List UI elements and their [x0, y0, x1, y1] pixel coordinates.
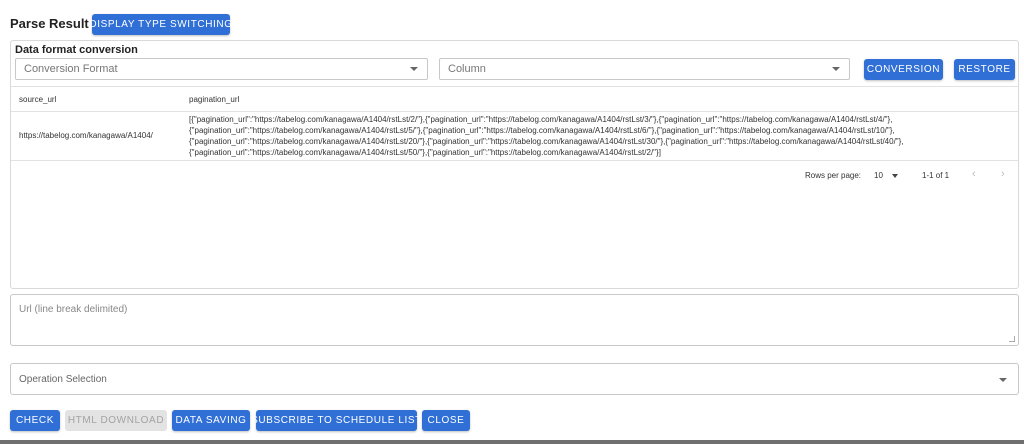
rows-per-page-label: Rows per page:: [805, 171, 862, 180]
conversion-button[interactable]: CONVERSION: [864, 59, 943, 80]
window-bottom-edge: [0, 440, 1024, 444]
html-download-button[interactable]: HTML DOWNLOAD: [65, 410, 167, 431]
caret-down-icon: [832, 67, 840, 71]
pagination-url-line: {"pagination_url":"https://tabelog.com/k…: [189, 126, 895, 135]
subscribe-to-schedule-list-button[interactable]: SUBSCRIBE TO SCHEDULE LIST: [251, 410, 421, 431]
header-divider: [11, 111, 1018, 112]
column-placeholder: Column: [448, 63, 486, 75]
data-saving-button[interactable]: DATA SAVING: [172, 410, 250, 431]
cell-source-url: https://tabelog.com/kanagawa/A1404/: [19, 131, 153, 140]
rows-per-page-value: 10: [874, 171, 883, 180]
resize-handle-icon[interactable]: [1009, 336, 1015, 342]
table-top-divider: [11, 86, 1018, 87]
cell-pagination-url: [{"pagination_url":"https://tabelog.com/…: [189, 114, 1015, 158]
display-type-switching-button[interactable]: DISPLAY TYPE SWITCHING: [89, 14, 232, 35]
chevron-left-icon[interactable]: ‹: [972, 168, 976, 180]
column-select[interactable]: Column: [439, 58, 850, 80]
operation-select[interactable]: Operation Selection: [10, 363, 1019, 395]
conversion-format-placeholder: Conversion Format: [24, 63, 118, 75]
column-header-source-url: source_url: [19, 95, 57, 104]
restore-button[interactable]: RESTORE: [954, 59, 1015, 80]
column-header-pagination-url: pagination_url: [189, 95, 240, 104]
url-input-placeholder: Url (line break delimited): [19, 304, 128, 315]
section-title: Data format conversion: [15, 44, 138, 56]
close-button[interactable]: CLOSE: [422, 410, 470, 431]
pagination-url-line: {"pagination_url":"https://tabelog.com/k…: [189, 137, 904, 146]
rows-per-page-select[interactable]: 10: [872, 168, 902, 182]
conversion-format-select[interactable]: Conversion Format: [15, 58, 428, 80]
pagination-range: 1-1 of 1: [922, 171, 950, 180]
page-title: Parse Result: [10, 16, 89, 31]
chevron-right-icon[interactable]: ›: [1001, 168, 1005, 180]
pagination-url-line: [{"pagination_url":"https://tabelog.com/…: [189, 115, 893, 124]
pagination-url-line: {"pagination_url":"https://tabelog.com/k…: [189, 148, 661, 157]
caret-down-icon: [999, 378, 1007, 382]
operation-select-placeholder: Operation Selection: [19, 373, 107, 385]
caret-down-icon: [410, 67, 418, 71]
check-button[interactable]: CHECK: [10, 410, 60, 431]
caret-down-icon: [892, 174, 898, 178]
url-input[interactable]: Url (line break delimited): [10, 294, 1019, 346]
row-divider: [11, 160, 1018, 161]
